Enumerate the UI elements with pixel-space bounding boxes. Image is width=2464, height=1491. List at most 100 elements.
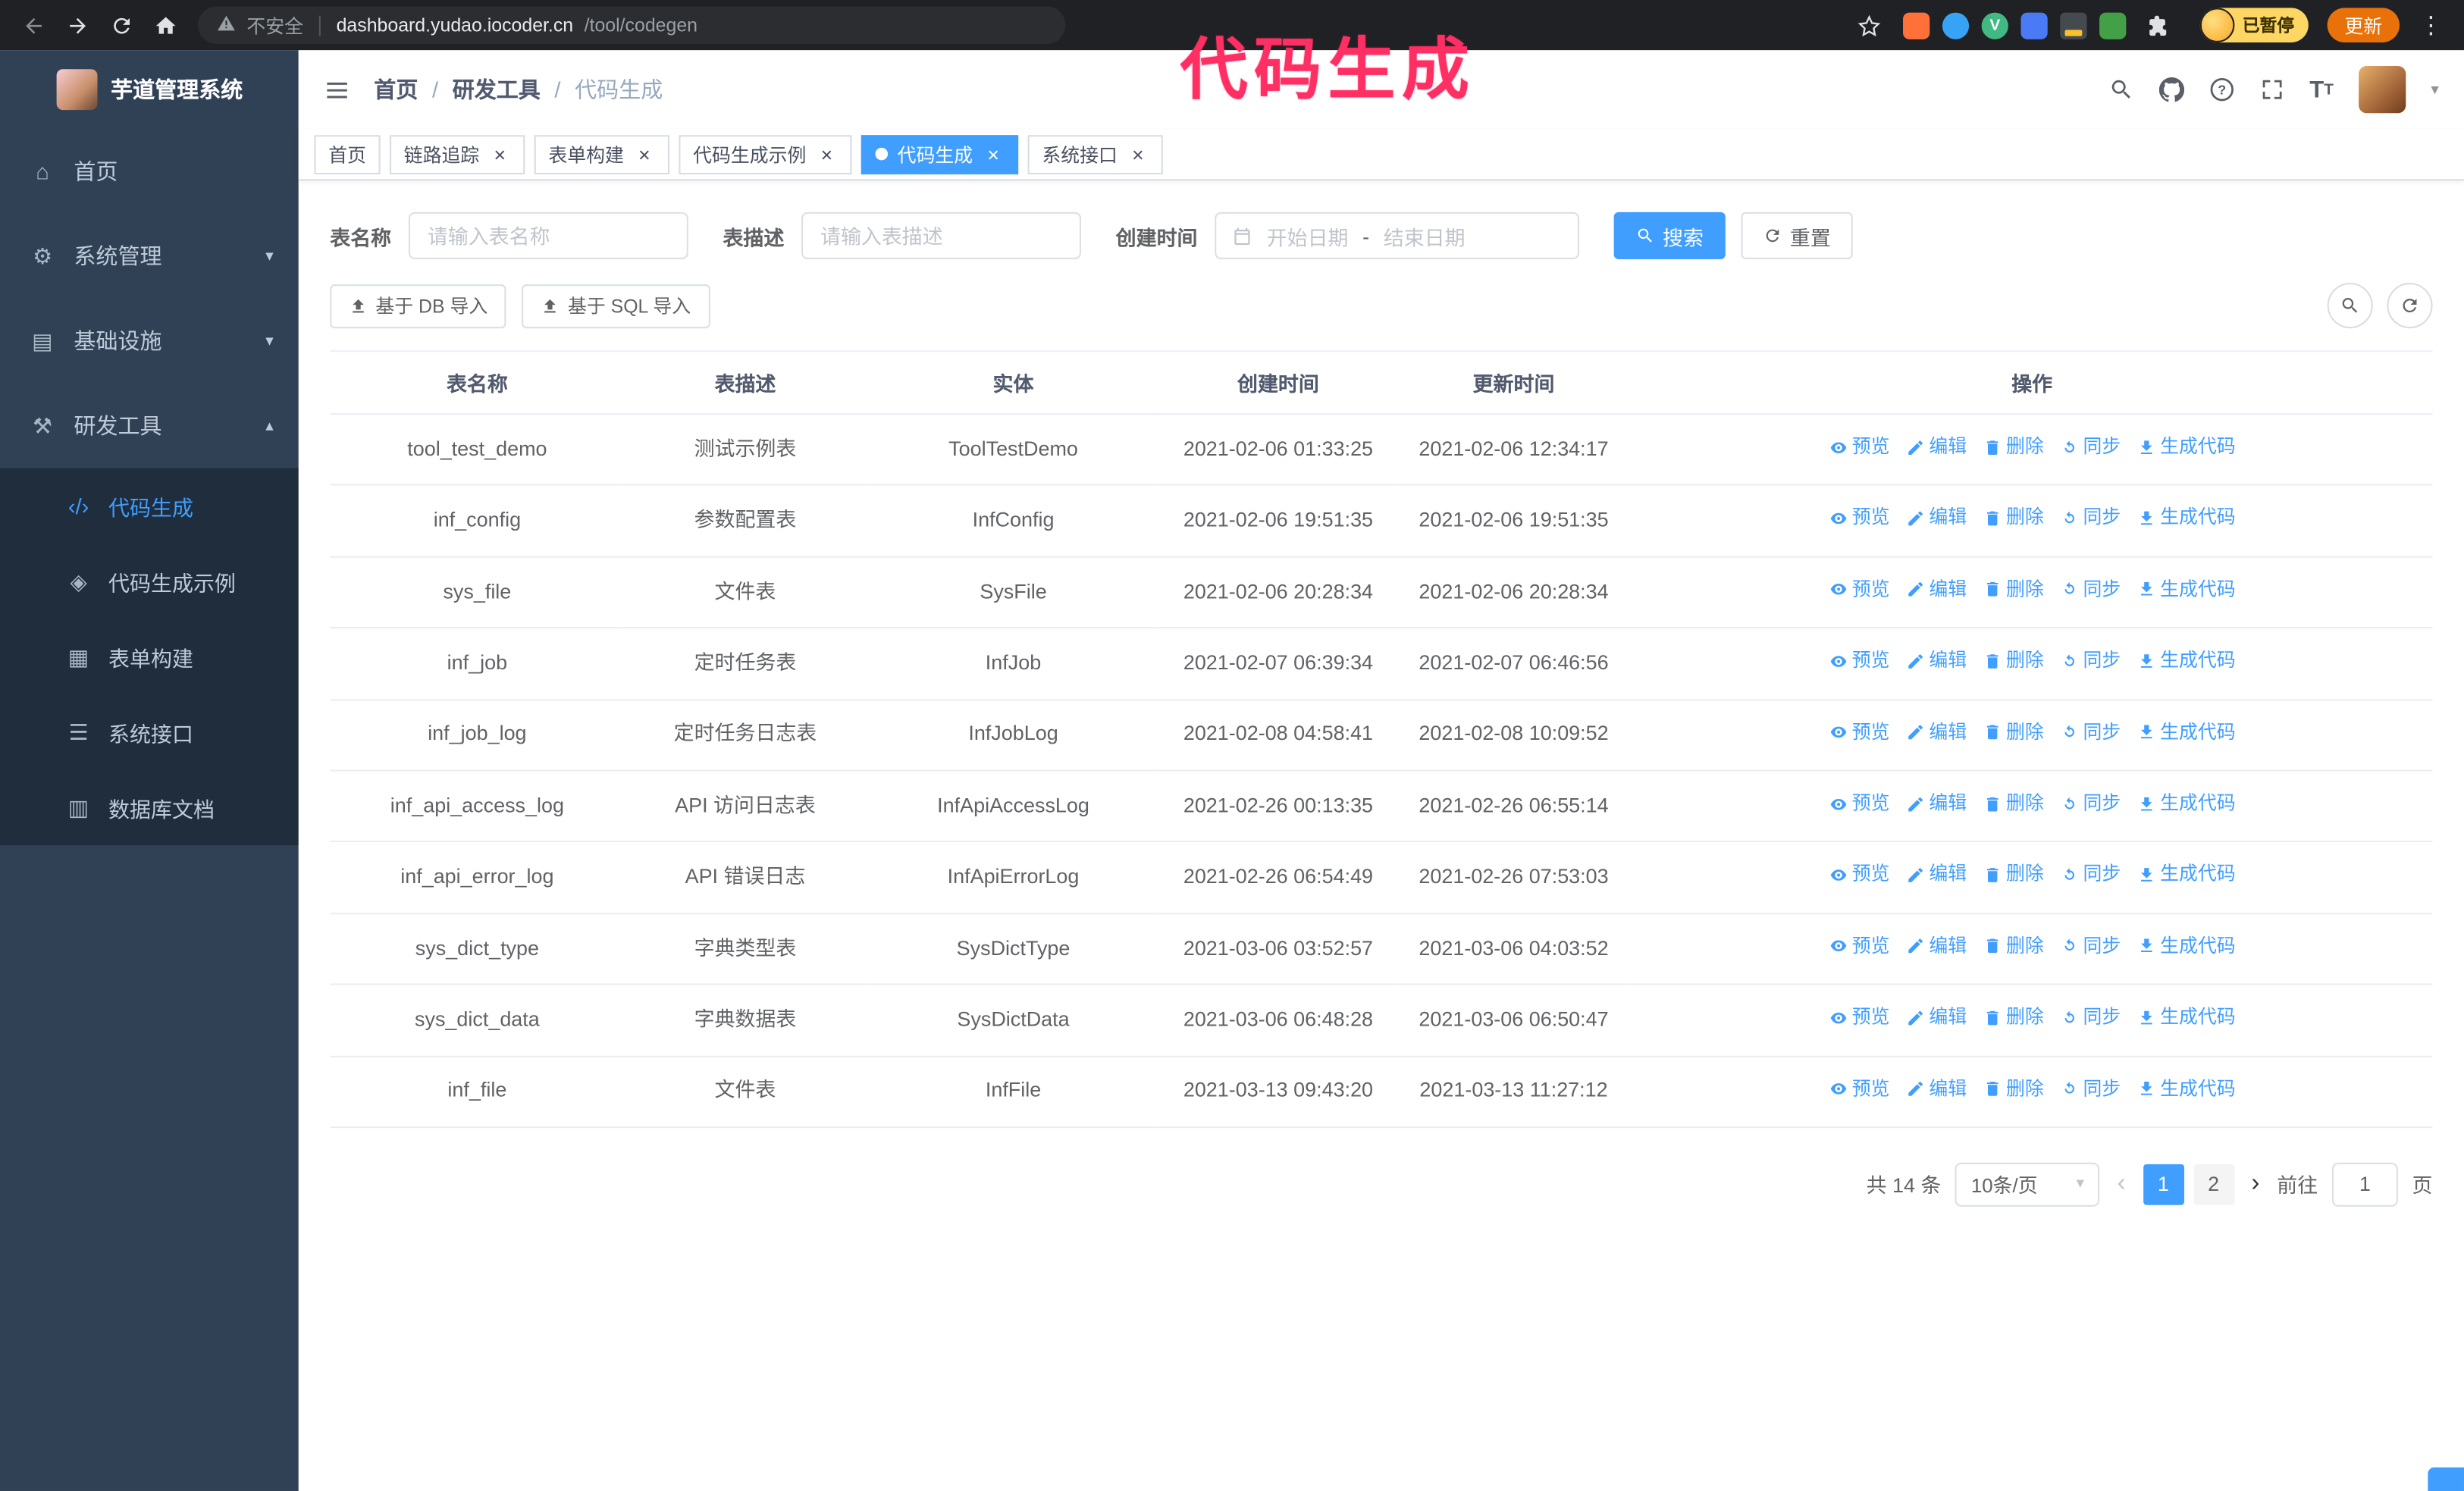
row-action-generate[interactable]: 生成代码: [2136, 646, 2236, 676]
row-action-sync[interactable]: 同步: [2059, 1003, 2121, 1033]
browser-menu-icon[interactable]: ⋮: [2411, 5, 2452, 45]
row-action-delete[interactable]: 删除: [1983, 1074, 2044, 1104]
reset-button[interactable]: 重置: [1741, 211, 1853, 259]
tab-trace[interactable]: 链路追踪 ×: [390, 134, 525, 174]
fullscreen-icon[interactable]: [2259, 77, 2284, 102]
extension-icon-green[interactable]: [2099, 11, 2127, 39]
row-action-generate[interactable]: 生成代码: [2136, 575, 2236, 605]
row-action-generate[interactable]: 生成代码: [2136, 932, 2236, 962]
close-icon[interactable]: ×: [816, 143, 838, 165]
row-action-delete[interactable]: 删除: [1983, 575, 2044, 605]
row-action-generate[interactable]: 生成代码: [2136, 432, 2236, 462]
page-button-1[interactable]: 1: [2143, 1164, 2184, 1205]
vue-devtools-icon[interactable]: V: [1981, 11, 2008, 39]
table-name-input[interactable]: [408, 211, 688, 259]
sidebar-item-infra[interactable]: ▤ 基础设施 ▾: [0, 299, 299, 384]
row-action-generate[interactable]: 生成代码: [2136, 788, 2236, 819]
row-action-edit[interactable]: 编辑: [1905, 646, 1967, 676]
extensions-puzzle-icon[interactable]: [2139, 5, 2180, 45]
user-avatar[interactable]: [2359, 66, 2406, 114]
row-action-preview[interactable]: 预览: [1829, 503, 1890, 534]
row-action-delete[interactable]: 删除: [1983, 717, 2044, 747]
extension-icon-proxy[interactable]: [2060, 11, 2087, 39]
page-size-select[interactable]: 10条/页 ▾: [1955, 1162, 2100, 1207]
close-icon[interactable]: ×: [1127, 143, 1149, 165]
sidebar-subitem-db-doc[interactable]: ▥ 数据库文档: [0, 770, 299, 845]
extension-icon-blue[interactable]: [1942, 11, 1970, 39]
row-action-delete[interactable]: 删除: [1983, 1003, 2044, 1033]
row-action-sync[interactable]: 同步: [2059, 1074, 2121, 1104]
browser-profile-chip[interactable]: 已暂停: [2199, 8, 2309, 42]
refresh-table-button[interactable]: [2387, 283, 2433, 329]
create-time-range-picker[interactable]: 开始日期 - 结束日期: [1215, 211, 1580, 259]
row-action-preview[interactable]: 预览: [1829, 575, 1890, 605]
extension-icon-people[interactable]: [2020, 11, 2048, 39]
toggle-search-button[interactable]: [2327, 283, 2373, 329]
row-action-edit[interactable]: 编辑: [1905, 860, 1967, 890]
prev-page-button[interactable]: ‹: [2114, 1171, 2128, 1197]
sidebar-item-devtools[interactable]: ⚒ 研发工具 ▴: [0, 384, 299, 468]
row-action-preview[interactable]: 预览: [1829, 1074, 1890, 1104]
row-action-sync[interactable]: 同步: [2059, 575, 2121, 605]
browser-forward-icon[interactable]: [57, 5, 98, 45]
tab-home[interactable]: 首页: [314, 134, 381, 174]
tab-codegen[interactable]: 代码生成 ×: [861, 134, 1019, 174]
row-action-preview[interactable]: 预览: [1829, 1003, 1890, 1033]
row-action-sync[interactable]: 同步: [2059, 788, 2121, 819]
import-db-button[interactable]: 基于 DB 导入: [330, 283, 507, 328]
row-action-edit[interactable]: 编辑: [1905, 432, 1967, 462]
sidebar-subitem-api[interactable]: ☰ 系统接口: [0, 694, 299, 769]
goto-page-input[interactable]: [2331, 1162, 2398, 1207]
tab-form-build[interactable]: 表单构建 ×: [534, 134, 670, 174]
row-action-preview[interactable]: 预览: [1829, 717, 1890, 747]
row-action-generate[interactable]: 生成代码: [2136, 717, 2236, 747]
row-action-delete[interactable]: 删除: [1983, 503, 2044, 534]
row-action-delete[interactable]: 删除: [1983, 646, 2044, 676]
row-action-sync[interactable]: 同步: [2059, 503, 2121, 534]
tab-codegen-example[interactable]: 代码生成示例 ×: [679, 134, 852, 174]
sidebar-item-system[interactable]: ⚙ 系统管理 ▾: [0, 214, 299, 299]
row-action-preview[interactable]: 预览: [1829, 860, 1890, 890]
row-action-sync[interactable]: 同步: [2059, 717, 2121, 747]
row-action-delete[interactable]: 删除: [1983, 860, 2044, 890]
sidebar-subitem-codegen-example[interactable]: ◈ 代码生成示例: [0, 543, 299, 619]
app-logo[interactable]: 芋道管理系统: [0, 50, 299, 129]
hamburger-icon[interactable]: [324, 77, 350, 103]
search-icon[interactable]: [2108, 77, 2133, 102]
row-action-edit[interactable]: 编辑: [1905, 1074, 1967, 1104]
github-icon[interactable]: [2158, 77, 2184, 102]
page-button-2[interactable]: 2: [2193, 1164, 2234, 1205]
row-action-sync[interactable]: 同步: [2059, 646, 2121, 676]
row-action-edit[interactable]: 编辑: [1905, 575, 1967, 605]
browser-home-icon[interactable]: [145, 5, 186, 45]
row-action-generate[interactable]: 生成代码: [2136, 1074, 2236, 1104]
row-action-edit[interactable]: 编辑: [1905, 717, 1967, 747]
sidebar-item-home[interactable]: ⌂ 首页: [0, 129, 299, 214]
row-action-edit[interactable]: 编辑: [1905, 1003, 1967, 1033]
row-action-sync[interactable]: 同步: [2059, 860, 2121, 890]
browser-reload-icon[interactable]: [101, 5, 142, 45]
row-action-delete[interactable]: 删除: [1983, 788, 2044, 819]
close-icon[interactable]: ×: [983, 143, 1005, 165]
sidebar-subitem-codegen[interactable]: ‹/› 代码生成: [0, 468, 299, 543]
row-action-sync[interactable]: 同步: [2059, 432, 2121, 462]
import-sql-button[interactable]: 基于 SQL 导入: [522, 283, 710, 328]
next-page-button[interactable]: ›: [2248, 1171, 2262, 1197]
close-icon[interactable]: ×: [633, 143, 655, 165]
row-action-edit[interactable]: 编辑: [1905, 503, 1967, 534]
row-action-generate[interactable]: 生成代码: [2136, 503, 2236, 534]
breadcrumb-home[interactable]: 首页: [374, 74, 418, 105]
font-size-icon[interactable]: TT: [2309, 77, 2334, 103]
row-action-preview[interactable]: 预览: [1829, 788, 1890, 819]
row-action-edit[interactable]: 编辑: [1905, 932, 1967, 962]
sidebar-subitem-form-build[interactable]: ▦ 表单构建: [0, 619, 299, 694]
row-action-edit[interactable]: 编辑: [1905, 788, 1967, 819]
tab-api[interactable]: 系统接口 ×: [1027, 134, 1163, 174]
row-action-preview[interactable]: 预览: [1829, 432, 1890, 462]
row-action-preview[interactable]: 预览: [1829, 932, 1890, 962]
browser-update-button[interactable]: 更新: [2327, 8, 2400, 42]
row-action-delete[interactable]: 删除: [1983, 932, 2044, 962]
close-icon[interactable]: ×: [489, 143, 511, 165]
chevron-down-icon[interactable]: ▾: [2431, 81, 2438, 99]
help-icon[interactable]: ?: [2209, 77, 2234, 102]
